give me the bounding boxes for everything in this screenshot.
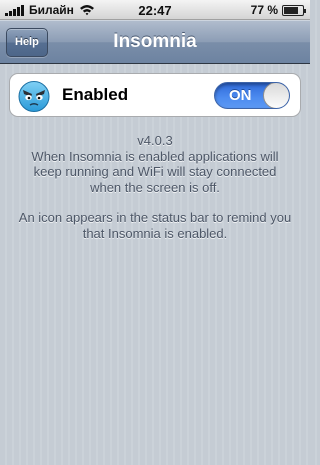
enabled-label: Enabled: [62, 85, 129, 104]
version-text: v4.0.3: [137, 133, 173, 148]
status-bar: Билайн 22:47 77 %: [0, 0, 310, 20]
description-line-1: When Insomnia is enabled applications wi…: [31, 148, 279, 164]
switch-state-label: ON: [229, 87, 252, 104]
status-right: 77 %: [250, 3, 306, 17]
description-line-2: keep running and WiFi will stay connecte…: [33, 164, 277, 179]
battery-percent: 77 %: [250, 3, 278, 17]
navigation-bar: Insomnia Help: [0, 20, 310, 64]
battery-fill: [284, 6, 298, 14]
enabled-toggle-switch[interactable]: ON: [214, 82, 290, 109]
switch-knob[interactable]: [263, 83, 289, 108]
info-text-block: v4.0.3 When Insomnia is enabled applicat…: [0, 133, 310, 241]
description-line-3: when the screen is off.: [90, 179, 220, 195]
help-button[interactable]: Help: [6, 28, 48, 57]
reminder-line-1: An icon appears in the status bar to rem…: [18, 210, 292, 225]
battery-icon: [282, 4, 306, 16]
insomnia-app-icon: [18, 81, 50, 112]
enabled-setting-cell: Enabled ON: [9, 73, 301, 117]
reminder-line-2: that Insomnia is enabled.: [82, 225, 228, 241]
